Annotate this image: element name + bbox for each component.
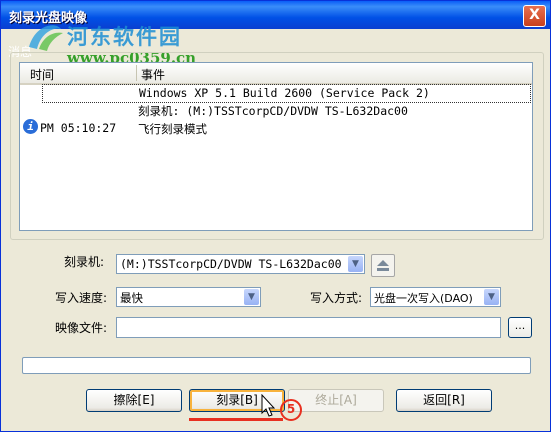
chevron-down-icon[interactable]: ▼: [484, 289, 499, 305]
speed-label: 写入速度:: [55, 291, 108, 305]
browse-button[interactable]: ...: [508, 317, 532, 338]
speed-select-value: 最快: [120, 291, 143, 305]
image-file-label: 映像文件:: [55, 321, 108, 335]
write-mode-select-value: 光盘一次写入(DAO): [374, 292, 473, 305]
image-file-input[interactable]: [116, 317, 501, 338]
highlight-underline: [189, 418, 283, 421]
chevron-down-icon[interactable]: ▼: [244, 289, 259, 305]
column-header-event[interactable]: 事件: [141, 66, 165, 83]
eject-button[interactable]: [371, 254, 395, 277]
event-text: 刻录机: (M:)TSSTcorpCD/DVDW TS-L632Dac00: [138, 104, 408, 118]
column-header-time[interactable]: 时间: [30, 66, 54, 83]
burn-disc-image-window: 刻录光盘映像 X 河东软件园 www.pc0359.cn 消息 时间 事件 Wi…: [0, 0, 551, 432]
column-divider[interactable]: [136, 65, 137, 81]
write-mode-label: 写入方式:: [310, 291, 363, 305]
burner-select-value: (M:)TSSTcorpCD/DVDW TS-L632Dac00: [120, 257, 342, 271]
step-number-badge: 5: [280, 399, 302, 421]
burner-select[interactable]: (M:)TSSTcorpCD/DVDW TS-L632Dac00 ▼: [116, 254, 365, 274]
list-item[interactable]: 刻录机: (M:)TSSTcorpCD/DVDW TS-L632Dac00: [42, 102, 529, 119]
info-icon: i: [23, 119, 38, 134]
mouse-cursor-icon: [261, 394, 276, 417]
list-header: 时间 事件: [20, 63, 532, 85]
write-mode-select[interactable]: 光盘一次写入(DAO) ▼: [370, 287, 501, 307]
burner-label: 刻录机:: [64, 255, 105, 269]
stop-button: 终止[A]: [288, 389, 384, 412]
speed-select[interactable]: 最快 ▼: [116, 287, 261, 307]
messages-list[interactable]: 时间 事件 Windows XP 5.1 Build 2600 (Service…: [19, 62, 533, 231]
burn-progress-bar: [22, 357, 531, 374]
event-text: 飞行刻录模式: [138, 122, 207, 136]
time-text: PM 05:10:27: [40, 121, 117, 135]
back-button[interactable]: 返回[R]: [396, 389, 492, 412]
erase-button[interactable]: 擦除[E]: [86, 389, 182, 412]
close-button[interactable]: X: [523, 5, 546, 27]
list-item[interactable]: i PM 05:10:27 飞行刻录模式: [20, 119, 529, 137]
event-text: Windows XP 5.1 Build 2600 (Service Pack …: [139, 86, 430, 100]
list-item[interactable]: Windows XP 5.1 Build 2600 (Service Pack …: [42, 84, 531, 103]
watermark-title: 河东软件园: [67, 25, 182, 49]
eject-icon: [377, 260, 389, 271]
chevron-down-icon[interactable]: ▼: [348, 256, 363, 272]
